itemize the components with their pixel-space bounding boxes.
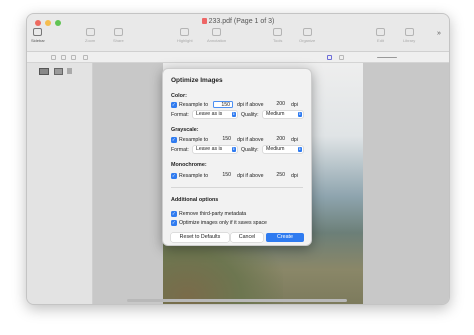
grayscale-quality-select[interactable]: Medium ⇕ (263, 146, 303, 153)
optimize-images-dialog: Optimize Images Color: ✓ Resample to 150… (162, 68, 312, 246)
monochrome-if-above-label: dpi if above (237, 173, 264, 179)
color-format-value: Leave as is (196, 111, 223, 117)
grayscale-resample-input[interactable]: 150 (213, 136, 233, 143)
color-format-select[interactable]: Leave as is ⇕ (193, 111, 237, 118)
color-resample-checkbox[interactable]: ✓ (171, 102, 177, 108)
monochrome-resample-label: Resample to (179, 173, 209, 179)
modal-overlay: Optimize Images Color: ✓ Resample to 150… (0, 0, 474, 335)
color-resample-input[interactable]: 150 (213, 101, 233, 108)
color-resample-row: ✓ Resample to 150 dpi if above 200 dpi (171, 101, 303, 109)
grayscale-format-label: Format: (171, 147, 189, 153)
color-heading: Color: (171, 93, 187, 99)
chevron-updown-icon: ⇕ (297, 112, 302, 117)
grayscale-quality-value: Medium (266, 146, 285, 152)
grayscale-format-value: Leave as is (196, 146, 223, 152)
monochrome-resample-checkbox[interactable]: ✓ (171, 173, 177, 179)
color-format-label: Format: (171, 112, 189, 118)
grayscale-if-above-input[interactable]: 200 (275, 136, 287, 143)
optimize-if-saves-row: ✓ Optimize images only if it saves space (171, 219, 303, 227)
grayscale-format-row: Format: Leave as is ⇕ Quality: Medium ⇕ (171, 146, 303, 154)
grayscale-if-above-label: dpi if above (237, 137, 264, 143)
chevron-updown-icon: ⇕ (297, 147, 302, 152)
dialog-divider (171, 187, 303, 188)
remove-metadata-checkbox[interactable]: ✓ (171, 211, 177, 217)
chevron-updown-icon: ⇕ (231, 147, 236, 152)
color-if-above-label: dpi if above (237, 102, 264, 108)
color-dpi-label: dpi (291, 102, 298, 108)
cancel-button[interactable]: Cancel (231, 233, 263, 242)
color-quality-select[interactable]: Medium ⇕ (263, 111, 303, 118)
grayscale-heading: Grayscale: (171, 127, 199, 133)
grayscale-resample-checkbox[interactable]: ✓ (171, 137, 177, 143)
chevron-updown-icon: ⇕ (231, 112, 236, 117)
grayscale-resample-row: ✓ Resample to 150 dpi if above 200 dpi (171, 136, 303, 144)
optimize-if-saves-checkbox[interactable]: ✓ (171, 220, 177, 226)
grayscale-format-select[interactable]: Leave as is ⇕ (193, 146, 237, 153)
color-if-above-input[interactable]: 200 (275, 101, 287, 108)
monochrome-heading: Monochrome: (171, 162, 207, 168)
monochrome-resample-input[interactable]: 150 (213, 172, 233, 179)
grayscale-resample-label: Resample to (179, 137, 209, 143)
monochrome-dpi-label: dpi (291, 173, 298, 179)
optimize-if-saves-label: Optimize images only if it saves space (179, 220, 267, 226)
color-quality-value: Medium (266, 111, 285, 117)
remove-metadata-row: ✓ Remove third-party metadata (171, 210, 303, 218)
grayscale-quality-label: Quality: (241, 147, 259, 153)
additional-options-heading: Additional options (171, 197, 219, 203)
monochrome-resample-row: ✓ Resample to 150 dpi if above 250 dpi (171, 172, 303, 180)
dialog-title: Optimize Images (171, 77, 223, 84)
remove-metadata-label: Remove third-party metadata (179, 211, 247, 217)
reset-to-defaults-button[interactable]: Reset to Defaults (171, 233, 229, 242)
monochrome-if-above-input[interactable]: 250 (275, 172, 287, 179)
color-format-row: Format: Leave as is ⇕ Quality: Medium ⇕ (171, 111, 303, 119)
color-quality-label: Quality: (241, 112, 259, 118)
create-button[interactable]: Create (266, 233, 304, 242)
grayscale-dpi-label: dpi (291, 137, 298, 143)
color-resample-label: Resample to (179, 102, 209, 108)
